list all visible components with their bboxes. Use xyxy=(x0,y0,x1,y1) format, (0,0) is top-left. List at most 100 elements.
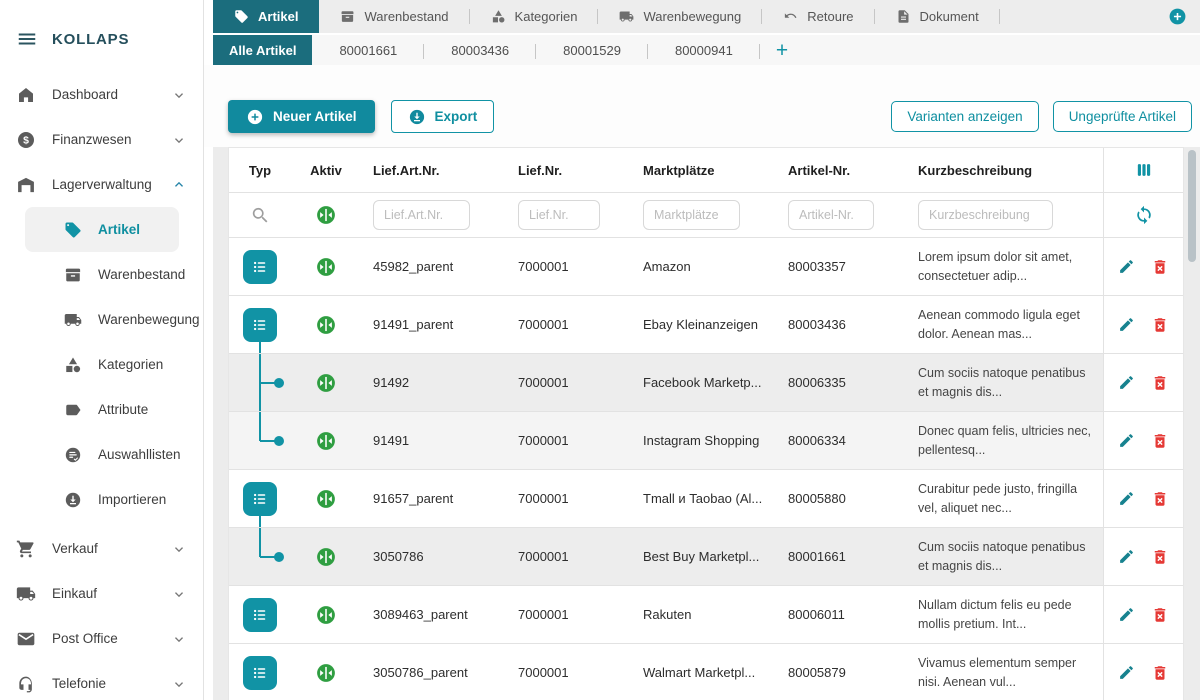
cell-lief-art-nr: 91657_parent xyxy=(361,470,506,527)
cell-artikel-nr: 80006011 xyxy=(776,586,906,643)
table-row[interactable]: 91491_parent 7000001 Ebay Kleinanzeigen … xyxy=(229,296,1183,354)
filter-input-marktpl-tze[interactable] xyxy=(643,200,740,230)
parent-type-icon[interactable] xyxy=(243,482,277,516)
filter-input-lief-art-nr[interactable] xyxy=(373,200,470,230)
cell-lief-nr: 7000001 xyxy=(506,296,631,353)
table-row[interactable]: 3050786_parent 7000001 Walmart Marketpl.… xyxy=(229,644,1183,700)
active-status-icon[interactable] xyxy=(315,662,337,684)
tab-artikel[interactable]: Artikel xyxy=(213,0,319,33)
cell-typ xyxy=(229,470,291,527)
sidebar-item-importieren[interactable]: Importieren xyxy=(25,477,179,522)
cell-actions xyxy=(1103,354,1183,411)
sidebar-item-post-office[interactable]: Post Office xyxy=(0,616,203,661)
subtab-80000941[interactable]: 80000941 xyxy=(648,35,760,65)
tab-retoure[interactable]: Retoure xyxy=(762,0,874,33)
warehouse-icon xyxy=(16,175,36,195)
subtab-80003436[interactable]: 80003436 xyxy=(424,35,536,65)
sidebar-item-attribute[interactable]: Attribute xyxy=(25,387,179,432)
sidebar-item-verkauf[interactable]: Verkauf xyxy=(0,526,203,571)
active-status-icon[interactable] xyxy=(315,256,337,278)
add-tab-icon[interactable] xyxy=(1168,7,1187,26)
edit-icon[interactable] xyxy=(1118,432,1135,449)
cell-artikel-nr: 80003357 xyxy=(776,238,906,295)
table-filter-row xyxy=(229,193,1183,238)
delete-icon[interactable] xyxy=(1151,432,1169,450)
export-button[interactable]: Export xyxy=(391,100,495,133)
filter-cell xyxy=(506,193,631,237)
menu-icon[interactable] xyxy=(16,28,38,50)
tab-warenbestand[interactable]: Warenbestand xyxy=(319,0,469,33)
filter-input-kurzbeschreibung[interactable] xyxy=(918,200,1053,230)
mail-icon xyxy=(16,629,36,649)
tab-label: Warenbewegung xyxy=(643,9,741,24)
table-row[interactable]: 45982_parent 7000001 Amazon 80003357 Lor… xyxy=(229,238,1183,296)
active-filter-icon[interactable] xyxy=(315,204,337,226)
delete-icon[interactable] xyxy=(1151,316,1169,334)
show-variants-button[interactable]: Varianten anzeigen xyxy=(891,101,1038,132)
sidebar-item-label: Auswahllisten xyxy=(98,447,181,462)
cell-aktiv xyxy=(291,238,361,295)
tab-warenbewegung[interactable]: Warenbewegung xyxy=(598,0,762,33)
table-row[interactable]: 91657_parent 7000001 Tmall и Taobao (Al.… xyxy=(229,470,1183,528)
table-row[interactable]: 91491 7000001 Instagram Shopping 8000633… xyxy=(229,412,1183,470)
sidebar-item-lagerverwaltung[interactable]: Lagerverwaltung xyxy=(0,162,203,207)
cell-typ xyxy=(229,296,291,353)
active-status-icon[interactable] xyxy=(315,546,337,568)
tab-dokument[interactable]: Dokument xyxy=(875,0,1000,33)
parent-type-icon[interactable] xyxy=(243,250,277,284)
sidebar-item-artikel[interactable]: Artikel xyxy=(25,207,179,252)
active-status-icon[interactable] xyxy=(315,604,337,626)
subtab-80001529[interactable]: 80001529 xyxy=(536,35,648,65)
active-status-icon[interactable] xyxy=(315,372,337,394)
sidebar-item-warenbestand[interactable]: Warenbestand xyxy=(25,252,179,297)
table-row[interactable]: 91492 7000001 Facebook Marketp... 800063… xyxy=(229,354,1183,412)
columns-settings-icon[interactable] xyxy=(1134,160,1154,180)
sidebar-item-einkauf[interactable]: Einkauf xyxy=(0,571,203,616)
delete-icon[interactable] xyxy=(1151,664,1169,682)
sidebar-item-dashboard[interactable]: Dashboard xyxy=(0,72,203,117)
filter-input-artikel-nr[interactable] xyxy=(788,200,874,230)
edit-icon[interactable] xyxy=(1118,490,1135,507)
edit-icon[interactable] xyxy=(1118,548,1135,565)
active-status-icon[interactable] xyxy=(315,488,337,510)
parent-type-icon[interactable] xyxy=(243,656,277,690)
cell-aktiv xyxy=(291,354,361,411)
cell-lief-nr: 7000001 xyxy=(506,528,631,585)
subtab-label: 80001661 xyxy=(339,43,397,58)
tag-icon xyxy=(64,221,82,239)
sidebar-item-label: Dashboard xyxy=(52,87,118,102)
delete-icon[interactable] xyxy=(1151,374,1169,392)
subtab-80001661[interactable]: 80001661 xyxy=(312,35,424,65)
edit-icon[interactable] xyxy=(1118,606,1135,623)
sidebar-item-finanzwesen[interactable]: $ Finanzwesen xyxy=(0,117,203,162)
kurz-text: Vivamus elementum semper nisi. Aenean vu… xyxy=(918,654,1103,690)
subtab-alle-artikel[interactable]: Alle Artikel xyxy=(213,35,312,65)
edit-icon[interactable] xyxy=(1118,258,1135,275)
tab-kategorien[interactable]: Kategorien xyxy=(470,0,599,33)
table-row[interactable]: 3050786 7000001 Best Buy Marketpl... 800… xyxy=(229,528,1183,586)
delete-icon[interactable] xyxy=(1151,490,1169,508)
scrollbar-thumb[interactable] xyxy=(1188,150,1196,262)
delete-icon[interactable] xyxy=(1151,258,1169,276)
sidebar-item-telefonie[interactable]: Telefonie xyxy=(0,661,203,700)
sidebar-item-auswahllisten[interactable]: Auswahllisten xyxy=(25,432,179,477)
parent-type-icon[interactable] xyxy=(243,308,277,342)
parent-type-icon[interactable] xyxy=(243,598,277,632)
table-row[interactable]: 3089463_parent 7000001 Rakuten 80006011 … xyxy=(229,586,1183,644)
tab-label: Warenbestand xyxy=(364,9,448,24)
active-status-icon[interactable] xyxy=(315,314,337,336)
unchecked-articles-button[interactable]: Ungeprüfte Artikel xyxy=(1053,101,1192,132)
sidebar-item-kategorien[interactable]: Kategorien xyxy=(25,342,179,387)
delete-icon[interactable] xyxy=(1151,548,1169,566)
active-status-icon[interactable] xyxy=(315,430,337,452)
add-article-tab-button[interactable]: + xyxy=(776,40,788,61)
refresh-icon[interactable] xyxy=(1134,205,1154,225)
edit-icon[interactable] xyxy=(1118,664,1135,681)
sidebar-item-warenbewegung[interactable]: Warenbewegung xyxy=(25,297,179,342)
cell-marktplatz: Walmart Marketpl... xyxy=(631,644,776,700)
delete-icon[interactable] xyxy=(1151,606,1169,624)
edit-icon[interactable] xyxy=(1118,316,1135,333)
edit-icon[interactable] xyxy=(1118,374,1135,391)
filter-input-lief-nr[interactable] xyxy=(518,200,600,230)
new-article-button[interactable]: Neuer Artikel xyxy=(228,100,375,133)
